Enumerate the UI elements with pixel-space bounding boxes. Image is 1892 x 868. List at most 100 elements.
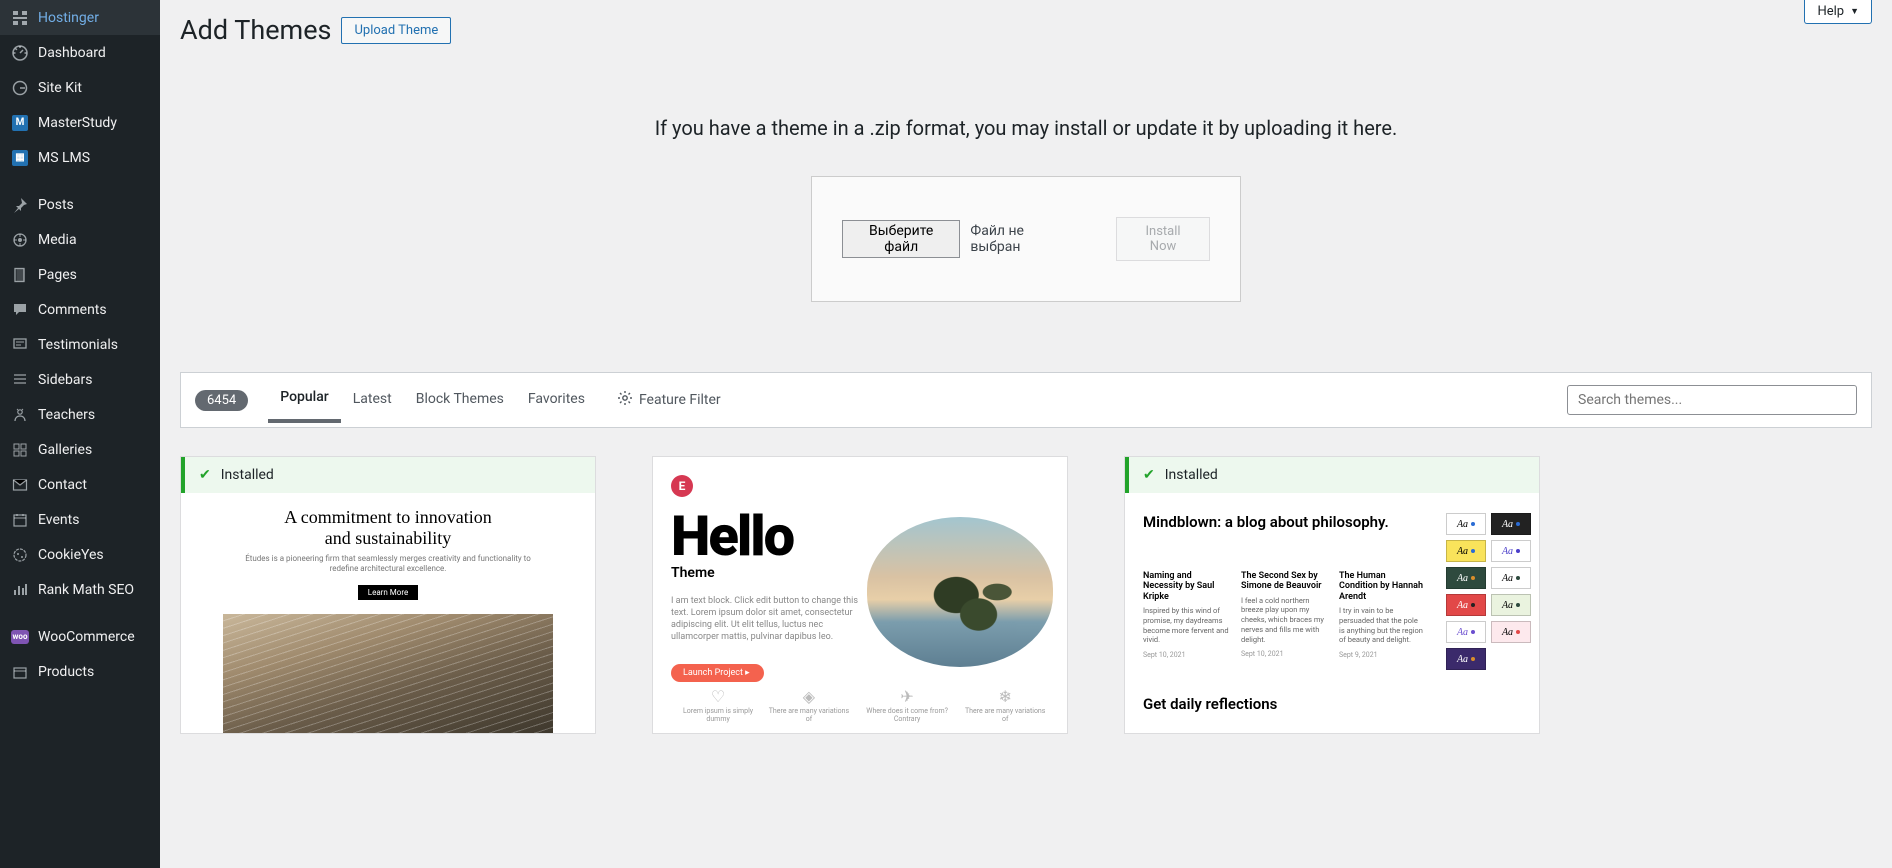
dashboard-icon (10, 43, 30, 63)
sidebar-item-products[interactable]: Products (0, 654, 160, 689)
choose-file-button[interactable]: Выберите файл (842, 220, 960, 258)
preview-icons: ♡Lorem ipsum is simply dummy ◈There are … (671, 687, 1049, 723)
sidebar-item-label: Hostinger (38, 10, 99, 26)
snowflake-icon: ❄ (999, 687, 1012, 706)
installed-bar: ✔ Installed (181, 457, 595, 493)
theme-count: 6454 (195, 390, 248, 411)
feature-filter[interactable]: Feature Filter (617, 390, 721, 410)
installed-label: Installed (1165, 467, 1218, 483)
sidebar-item-comments[interactable]: Comments (0, 292, 160, 327)
sidebar-item-label: Products (38, 664, 94, 680)
woocommerce-icon: woo (10, 627, 30, 647)
sidebar-item-label: Galleries (38, 442, 92, 458)
sidebar-item-label: Pages (38, 267, 77, 283)
sidebar-item-label: WooCommerce (38, 629, 135, 645)
help-tab[interactable]: Help ▼ (1804, 0, 1872, 24)
sidebar-item-label: Testimonials (38, 337, 118, 353)
mslms-icon: ▦ (10, 148, 30, 168)
sidebar-item-testimonials[interactable]: Testimonials (0, 327, 160, 362)
chevron-down-icon: ▼ (1850, 6, 1859, 17)
theme-preview: A commitment to innovation and sustainab… (181, 493, 595, 734)
sidebar-item-label: Site Kit (38, 80, 82, 96)
preview-heading: Get daily reflections (1143, 695, 1521, 713)
sidebar-item-label: MS LMS (38, 150, 90, 166)
install-now-button[interactable]: Install Now (1116, 217, 1210, 261)
theme-card[interactable]: ✔ Installed A commitment to innovation a… (180, 456, 596, 734)
preview-col-title: Naming and Necessity by Saul Kripke (1143, 571, 1229, 602)
sidebar-item-hostinger[interactable]: Hostinger (0, 0, 160, 35)
sidebar-item-media[interactable]: Media (0, 222, 160, 257)
sidebar-item-contact[interactable]: Contact (0, 467, 160, 502)
sidebar-item-masterstudy[interactable]: M MasterStudy (0, 105, 160, 140)
sidebar-item-galleries[interactable]: Galleries (0, 432, 160, 467)
sidebar-item-label: Media (38, 232, 77, 248)
preview-heading: A commitment to innovation (199, 507, 577, 528)
preview-text: Études is a pioneering firm that seamles… (239, 554, 537, 575)
tab-popular[interactable]: Popular (268, 389, 341, 423)
preview-col-title: The Human Condition by Hannah Arendt (1339, 571, 1425, 602)
bulb-icon: ♡ (711, 687, 725, 706)
search-themes-input[interactable] (1567, 385, 1857, 415)
style-swatches: Aa Aa Aa Aa Aa Aa Aa Aa Aa Aa Aa (1446, 513, 1531, 670)
gear-icon (617, 390, 633, 410)
google-icon (10, 78, 30, 98)
cookie-icon (10, 545, 30, 565)
sidebar-item-rankmath[interactable]: Rank Math SEO (0, 572, 160, 607)
sidebar-item-pages[interactable]: Pages (0, 257, 160, 292)
check-icon: ✔ (199, 467, 211, 483)
galleries-icon (10, 440, 30, 460)
preview-col-text: Inspired by this wind of promise, my day… (1143, 606, 1229, 645)
help-label: Help (1817, 4, 1844, 19)
sidebars-icon (10, 370, 30, 390)
sidebar-item-woocommerce[interactable]: woo WooCommerce (0, 619, 160, 654)
sidebar-item-sitekit[interactable]: Site Kit (0, 70, 160, 105)
elementor-icon: E (671, 475, 693, 497)
masterstudy-icon: M (10, 113, 30, 133)
check-icon: ✔ (1143, 467, 1155, 483)
sidebar-item-label: Events (38, 512, 79, 528)
sidebar-item-sidebars[interactable]: Sidebars (0, 362, 160, 397)
hostinger-icon (10, 8, 30, 28)
tab-block-themes[interactable]: Block Themes (404, 391, 516, 421)
comment-icon (10, 300, 30, 320)
theme-preview: E Hello Theme I am text block. Click edi… (653, 457, 1067, 733)
upload-panel: Выберите файл Файл не выбран Install Now (811, 176, 1241, 302)
theme-preview: Mindblown: a blog about philosophy. Nami… (1125, 493, 1539, 734)
sidebar-item-posts[interactable]: Posts (0, 187, 160, 222)
sidebar-item-teachers[interactable]: Teachers (0, 397, 160, 432)
preview-image (223, 614, 553, 734)
sidebar-item-mslms[interactable]: ▦ MS LMS (0, 140, 160, 175)
sidebar-item-events[interactable]: Events (0, 502, 160, 537)
sidebar-item-label: Comments (38, 302, 107, 318)
preview-heading: and sustainability (199, 528, 577, 549)
sidebar-item-label: MasterStudy (38, 115, 117, 131)
sidebar-item-label: CookieYes (38, 547, 104, 563)
pin-icon (10, 195, 30, 215)
theme-card[interactable]: ✔ Installed Mindblown: a blog about phil… (1124, 456, 1540, 734)
sidebar-item-label: Contact (38, 477, 87, 493)
theme-card[interactable]: E Hello Theme I am text block. Click edi… (652, 456, 1068, 734)
preview-button: Learn More (358, 585, 418, 600)
installed-bar: ✔ Installed (1125, 457, 1539, 493)
preview-date: Sept 10, 2021 (1143, 651, 1186, 659)
page-icon (10, 265, 30, 285)
sidebar-item-cookieyes[interactable]: CookieYes (0, 537, 160, 572)
themes-grid: ✔ Installed A commitment to innovation a… (180, 456, 1872, 734)
preview-date: Sept 10, 2021 (1241, 650, 1284, 658)
products-icon (10, 662, 30, 682)
admin-sidebar: Hostinger Dashboard Site Kit M MasterStu… (0, 0, 160, 868)
tab-latest[interactable]: Latest (341, 391, 404, 421)
chart-icon (10, 580, 30, 600)
preview-image (867, 517, 1053, 667)
plane-icon: ✈ (900, 687, 913, 706)
mail-icon (10, 475, 30, 495)
tab-favorites[interactable]: Favorites (516, 391, 597, 421)
preview-button: Launch Project ▸ (671, 664, 764, 682)
sidebar-item-label: Posts (38, 197, 74, 213)
upload-theme-button[interactable]: Upload Theme (341, 17, 451, 44)
sidebar-item-dashboard[interactable]: Dashboard (0, 35, 160, 70)
calendar-icon (10, 510, 30, 530)
preview-col-text: I try in vain to be persuaded that the p… (1339, 606, 1425, 645)
feature-filter-label: Feature Filter (639, 392, 721, 408)
teachers-icon (10, 405, 30, 425)
